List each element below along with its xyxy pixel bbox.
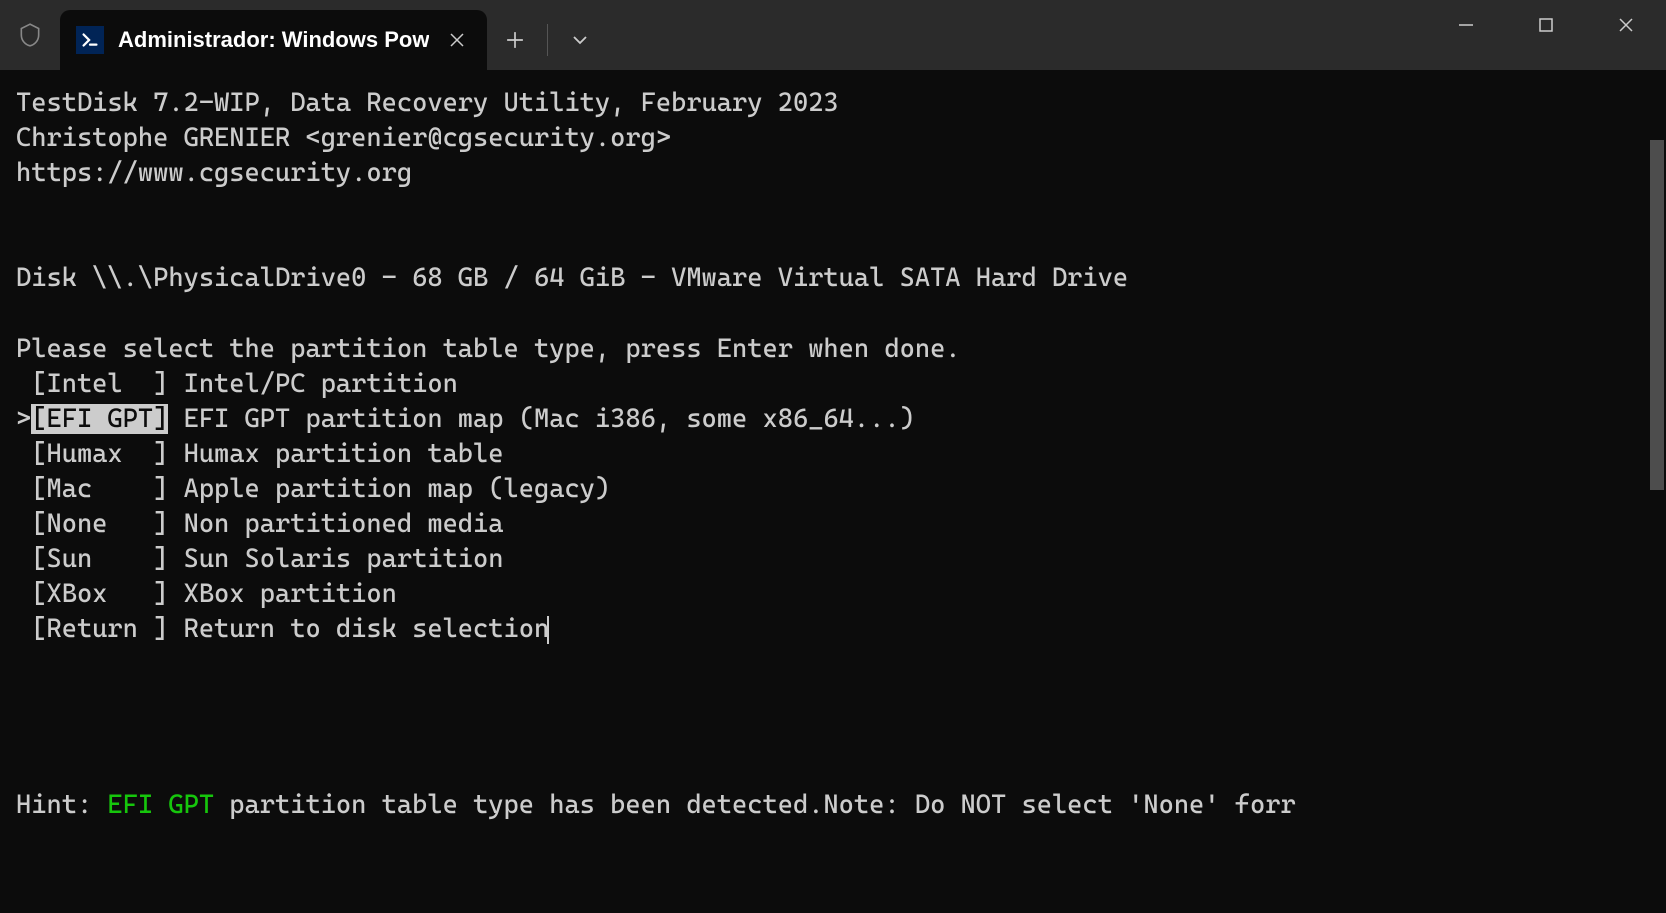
menu-prefix bbox=[16, 579, 31, 609]
close-button[interactable] bbox=[1586, 0, 1666, 50]
menu-item[interactable]: [Return ] Return to disk selection bbox=[16, 612, 1650, 647]
hint-label: Hint: bbox=[16, 790, 107, 820]
menu-item[interactable]: [XBox ] XBox partition bbox=[16, 577, 1650, 612]
window-controls bbox=[1426, 0, 1666, 50]
menu-prefix bbox=[16, 544, 31, 574]
terminal-content[interactable]: TestDisk 7.2-WIP, Data Recovery Utility,… bbox=[0, 70, 1666, 913]
header-line: Christophe GRENIER <grenier@cgsecurity.o… bbox=[16, 121, 1650, 156]
menu-prefix bbox=[16, 474, 31, 504]
menu-description: Apple partition map (legacy) bbox=[168, 474, 610, 504]
menu-item[interactable]: [Intel ] Intel/PC partition bbox=[16, 367, 1650, 402]
menu-label: [Return ] bbox=[31, 614, 168, 644]
blank-line bbox=[16, 191, 1650, 226]
disk-info: Disk \\.\PhysicalDrive0 - 68 GB / 64 GiB… bbox=[16, 261, 1650, 296]
menu-item[interactable]: [Humax ] Humax partition table bbox=[16, 437, 1650, 472]
scrollbar[interactable] bbox=[1648, 70, 1666, 913]
menu-item[interactable]: [Sun ] Sun Solaris partition bbox=[16, 542, 1650, 577]
hint-rest: partition table type has been detected.N… bbox=[214, 790, 1296, 820]
minimize-button[interactable] bbox=[1426, 0, 1506, 50]
header-line: https://www.cgsecurity.org bbox=[16, 156, 1650, 191]
menu-label: [XBox ] bbox=[31, 579, 168, 609]
powershell-icon bbox=[76, 26, 104, 54]
menu-prefix: > bbox=[16, 404, 31, 434]
header-line: TestDisk 7.2-WIP, Data Recovery Utility,… bbox=[16, 86, 1650, 121]
menu-label: [Sun ] bbox=[31, 544, 168, 574]
menu-description: EFI GPT partition map (Mac i386, some x8… bbox=[168, 404, 914, 434]
menu-item[interactable]: >[EFI GPT] EFI GPT partition map (Mac i3… bbox=[16, 402, 1650, 437]
divider bbox=[547, 24, 548, 56]
shield-icon bbox=[0, 0, 60, 70]
tab-close-button[interactable] bbox=[443, 26, 471, 54]
titlebar: Administrador: Windows Pow bbox=[0, 0, 1666, 70]
menu-description: Non partitioned media bbox=[168, 509, 503, 539]
menu-item[interactable]: [None ] Non partitioned media bbox=[16, 507, 1650, 542]
menu-prefix bbox=[16, 614, 31, 644]
menu-item[interactable]: [Mac ] Apple partition map (legacy) bbox=[16, 472, 1650, 507]
menu-description: Sun Solaris partition bbox=[168, 544, 503, 574]
new-tab-button[interactable] bbox=[487, 10, 543, 70]
tab-title: Administrador: Windows Pow bbox=[118, 27, 429, 53]
menu-prefix bbox=[16, 509, 31, 539]
menu-label: [EFI GPT] bbox=[31, 404, 168, 434]
tab-dropdown-button[interactable] bbox=[552, 10, 608, 70]
active-tab[interactable]: Administrador: Windows Pow bbox=[60, 10, 487, 70]
menu-prefix bbox=[16, 439, 31, 469]
menu-description: Intel/PC partition bbox=[168, 369, 457, 399]
menu-label: [Humax ] bbox=[31, 439, 168, 469]
blank-line bbox=[16, 297, 1650, 332]
text-cursor bbox=[547, 616, 549, 644]
hint-line: Hint: EFI GPT partition table type has b… bbox=[16, 788, 1296, 823]
menu-description: Return to disk selection bbox=[168, 614, 549, 644]
menu-label: [Mac ] bbox=[31, 474, 168, 504]
partition-menu[interactable]: [Intel ] Intel/PC partition>[EFI GPT] EF… bbox=[16, 367, 1650, 648]
menu-description: XBox partition bbox=[168, 579, 397, 609]
maximize-button[interactable] bbox=[1506, 0, 1586, 50]
scrollbar-thumb[interactable] bbox=[1650, 140, 1664, 490]
menu-label: [Intel ] bbox=[31, 369, 168, 399]
hint-detected-type: EFI GPT bbox=[107, 790, 214, 820]
menu-label: [None ] bbox=[31, 509, 168, 539]
menu-description: Humax partition table bbox=[168, 439, 503, 469]
tab-actions bbox=[487, 5, 608, 75]
menu-prefix bbox=[16, 369, 31, 399]
blank-line bbox=[16, 226, 1650, 261]
prompt-text: Please select the partition table type, … bbox=[16, 332, 1650, 367]
